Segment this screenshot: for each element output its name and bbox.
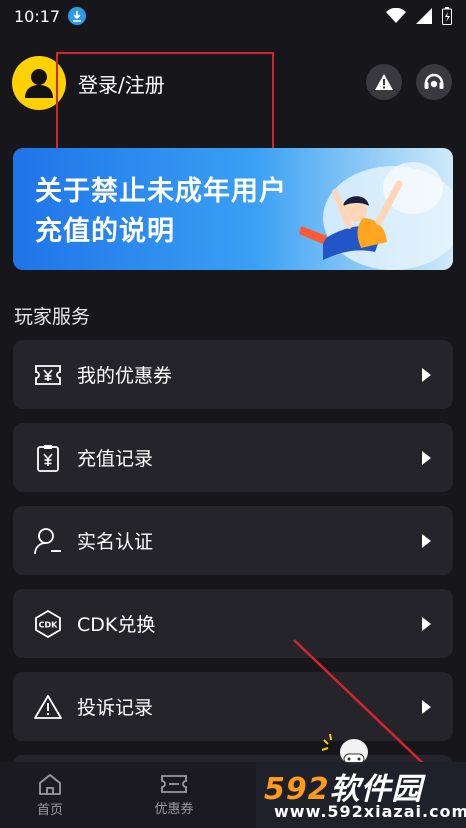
tab-coupons-label: 优惠券 [154, 801, 194, 817]
annotation-arrow [293, 639, 431, 771]
watermark-url: www.592xiazai.com [274, 802, 466, 821]
site-watermark: 592软件园 www.592xiazai.com [256, 762, 466, 828]
ticket-icon [161, 774, 187, 793]
home-icon [39, 773, 61, 795]
tab-coupons[interactable]: 优惠券 [124, 762, 224, 828]
tab-home-label: 首页 [36, 802, 63, 818]
tab-home[interactable]: 首页 [0, 762, 100, 828]
